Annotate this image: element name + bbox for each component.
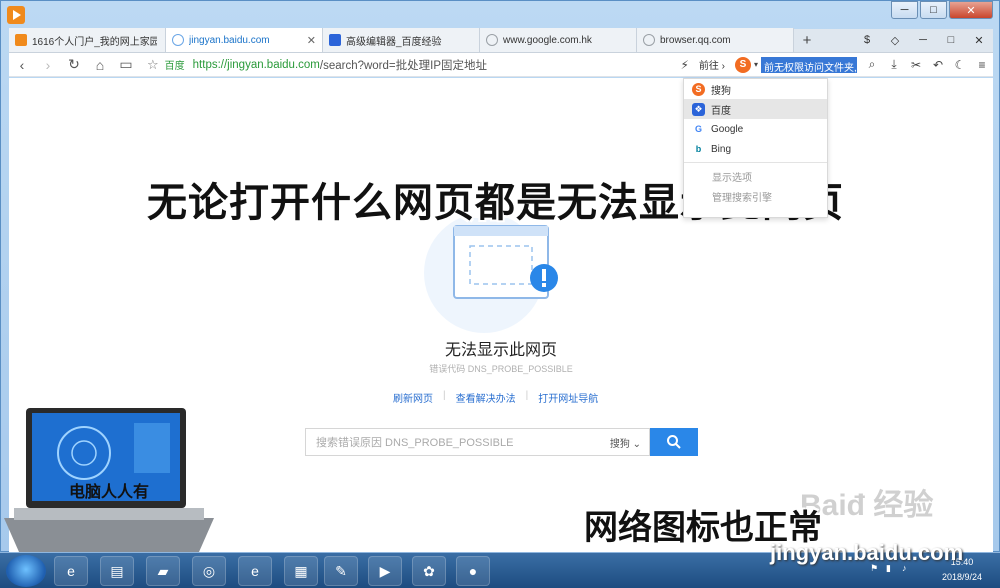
home-icon[interactable]: ⌂ — [87, 57, 113, 73]
error-search-engine-select[interactable]: 搜狗 ⌄ — [610, 435, 641, 450]
lightning-icon[interactable]: ⚡ — [680, 58, 688, 72]
google-logo-icon: G — [694, 124, 702, 134]
media-taskbar-icon[interactable]: ◎ — [192, 556, 226, 586]
error-illustration — [424, 218, 558, 333]
view-solution-link[interactable]: 查看解决办法 — [456, 390, 516, 405]
maximize-button[interactable]: □ — [920, 1, 947, 19]
engine-name: Bing — [711, 143, 732, 155]
engine-show-options[interactable]: 显示选项 — [684, 166, 827, 186]
site-tag: 百度 — [164, 61, 185, 72]
goto-button[interactable]: 前往 › — [699, 57, 725, 72]
tab-label: browser.qq.com — [660, 34, 731, 46]
tab-google[interactable]: www.google.com.hk — [480, 28, 637, 52]
video-taskbar-icon[interactable]: ▦ — [284, 556, 318, 586]
edge-taskbar-icon[interactable]: e — [238, 556, 272, 586]
url-host: https://jingyan.baidu.com — [192, 58, 320, 71]
shirt-icon[interactable]: ◇ — [881, 34, 909, 47]
clock-date: 2018/9/24 — [941, 572, 983, 582]
dropdown-divider — [684, 162, 827, 163]
explorer-taskbar-icon[interactable]: ▤ — [100, 556, 134, 586]
start-button[interactable] — [6, 555, 46, 587]
error-search-button[interactable] — [650, 428, 698, 456]
reader-icon[interactable]: ▭ — [113, 56, 139, 73]
engine-name: 百度 — [711, 105, 731, 117]
engine-name: Google — [711, 123, 744, 135]
download-icon[interactable]: ⤓ — [883, 57, 905, 72]
refresh-page-link[interactable]: 刷新网页 — [393, 390, 433, 405]
url-path: /search?word=批处理IP固定地址 — [319, 59, 487, 72]
browser-taskbar-icon[interactable]: ✿ — [412, 556, 446, 586]
sogou-logo-icon: S — [734, 56, 751, 73]
browser-logo-icon — [7, 6, 25, 24]
forward-icon[interactable]: › — [35, 57, 61, 73]
address-bar[interactable]: ☆ 百度 https://jingyan.baidu.com /search?w… — [147, 53, 680, 77]
window-controls: ─ □ ✕ — [889, 1, 993, 19]
new-tab-button[interactable]: + — [794, 28, 820, 52]
paint-taskbar-icon[interactable]: ✎ — [324, 556, 358, 586]
game-taskbar-icon[interactable]: ● — [456, 556, 490, 586]
engine-name: 搜狗 — [711, 85, 731, 97]
globe-icon — [172, 34, 184, 46]
night-mode-icon[interactable]: ☾ — [949, 58, 971, 72]
error-search-box[interactable]: 搜索错误原因 DNS_PROBE_POSSIBLE 搜狗 ⌄ — [305, 428, 650, 456]
minimize-icon[interactable]: ─ — [909, 34, 937, 46]
tab-close-icon[interactable]: ✕ — [307, 34, 316, 47]
tab-qq-browser[interactable]: browser.qq.com — [637, 28, 794, 52]
link-separator: | — [443, 390, 446, 401]
link-separator: | — [525, 390, 529, 401]
tab-label: 高级编辑器_百度经验 — [346, 36, 442, 48]
refresh-icon[interactable]: ↻ — [61, 56, 87, 73]
engine-manage[interactable]: 管理搜索引擎 — [684, 186, 827, 206]
tab-tools: $ ◇ ─ □ ✕ — [853, 28, 993, 52]
minimize-button[interactable]: ─ — [891, 1, 918, 19]
tab-1616[interactable]: 1616个人门户_我的网上家园 — [9, 28, 166, 52]
error-title: 无法显示此网页 — [444, 342, 557, 359]
close-icon[interactable]: ✕ — [965, 34, 993, 47]
chevron-down-icon: ▾ — [753, 60, 758, 69]
bing-logo-icon: b — [695, 144, 702, 154]
player-taskbar-icon[interactable]: ▶ — [368, 556, 402, 586]
bookmark-star-icon[interactable]: ☆ — [147, 57, 159, 73]
toolbar-search-input[interactable]: 前无权限访问文件夹, — [761, 56, 857, 73]
title-bar: ─ □ ✕ — [1, 1, 999, 29]
baidu-paw-icon — [329, 34, 341, 46]
navigation-toolbar: ‹ › ↻ ⌂ ▭ ☆ 百度 https://jingyan.baidu.com… — [9, 53, 993, 77]
baidu-paw-icon: ❖ — [692, 102, 705, 116]
watermark-url: jingyan.baidu.com — [770, 540, 964, 565]
error-search-input[interactable]: 搜索错误原因 DNS_PROBE_POSSIBLE — [306, 434, 610, 450]
open-nav-link[interactable]: 打开网址导航 — [538, 390, 598, 405]
search-engine-selector[interactable]: S ▾ 前无权限访问文件夹, — [734, 56, 857, 74]
tab-baidu-editor[interactable]: 高级编辑器_百度经验 — [323, 28, 480, 52]
menu-icon[interactable]: ≡ — [971, 58, 993, 72]
error-code: 错误代码 DNS_PROBE_POSSIBLE — [429, 364, 573, 374]
globe-icon — [643, 34, 655, 46]
engine-option-bing[interactable]: b Bing — [684, 139, 827, 159]
tab-favicon-icon — [15, 34, 27, 46]
search-icon[interactable]: ⌕ — [861, 57, 883, 72]
tab-bar: 1616个人门户_我的网上家园 jingyan.baidu.com ✕ 高级编辑… — [9, 28, 993, 53]
error-links: 刷新网页 | 查看解决办法 | 打开网址导航 — [393, 390, 598, 405]
restore-icon[interactable]: □ — [937, 34, 965, 46]
engine-option-baidu[interactable]: ❖ 百度 — [684, 99, 827, 119]
engine-option-google[interactable]: G Google — [684, 119, 827, 139]
tab-label: www.google.com.hk — [503, 34, 592, 46]
search-engine-dropdown: S 搜狗 ❖ 百度 G Google b Bing 显示选项 管理搜索引擎 — [683, 78, 828, 218]
sogou-logo-icon: S — [692, 82, 705, 96]
folder-taskbar-icon[interactable]: ▰ — [146, 556, 180, 586]
undo-icon[interactable]: ↶ — [927, 58, 949, 72]
tab-label: jingyan.baidu.com — [189, 34, 270, 46]
dollar-icon[interactable]: $ — [853, 34, 881, 46]
laptop-label: 电脑人人有 — [68, 482, 149, 501]
globe-icon — [486, 34, 498, 46]
search-icon — [667, 435, 681, 449]
scissors-icon[interactable]: ✂ — [905, 58, 927, 72]
back-icon[interactable]: ‹ — [9, 57, 35, 73]
close-button[interactable]: ✕ — [949, 1, 993, 19]
tab-jingyan[interactable]: jingyan.baidu.com ✕ — [166, 28, 323, 52]
tab-label: 1616个人门户_我的网上家园 — [32, 36, 157, 48]
engine-option-sogou[interactable]: S 搜狗 — [684, 79, 827, 99]
ie-taskbar-icon[interactable]: e — [54, 556, 88, 586]
